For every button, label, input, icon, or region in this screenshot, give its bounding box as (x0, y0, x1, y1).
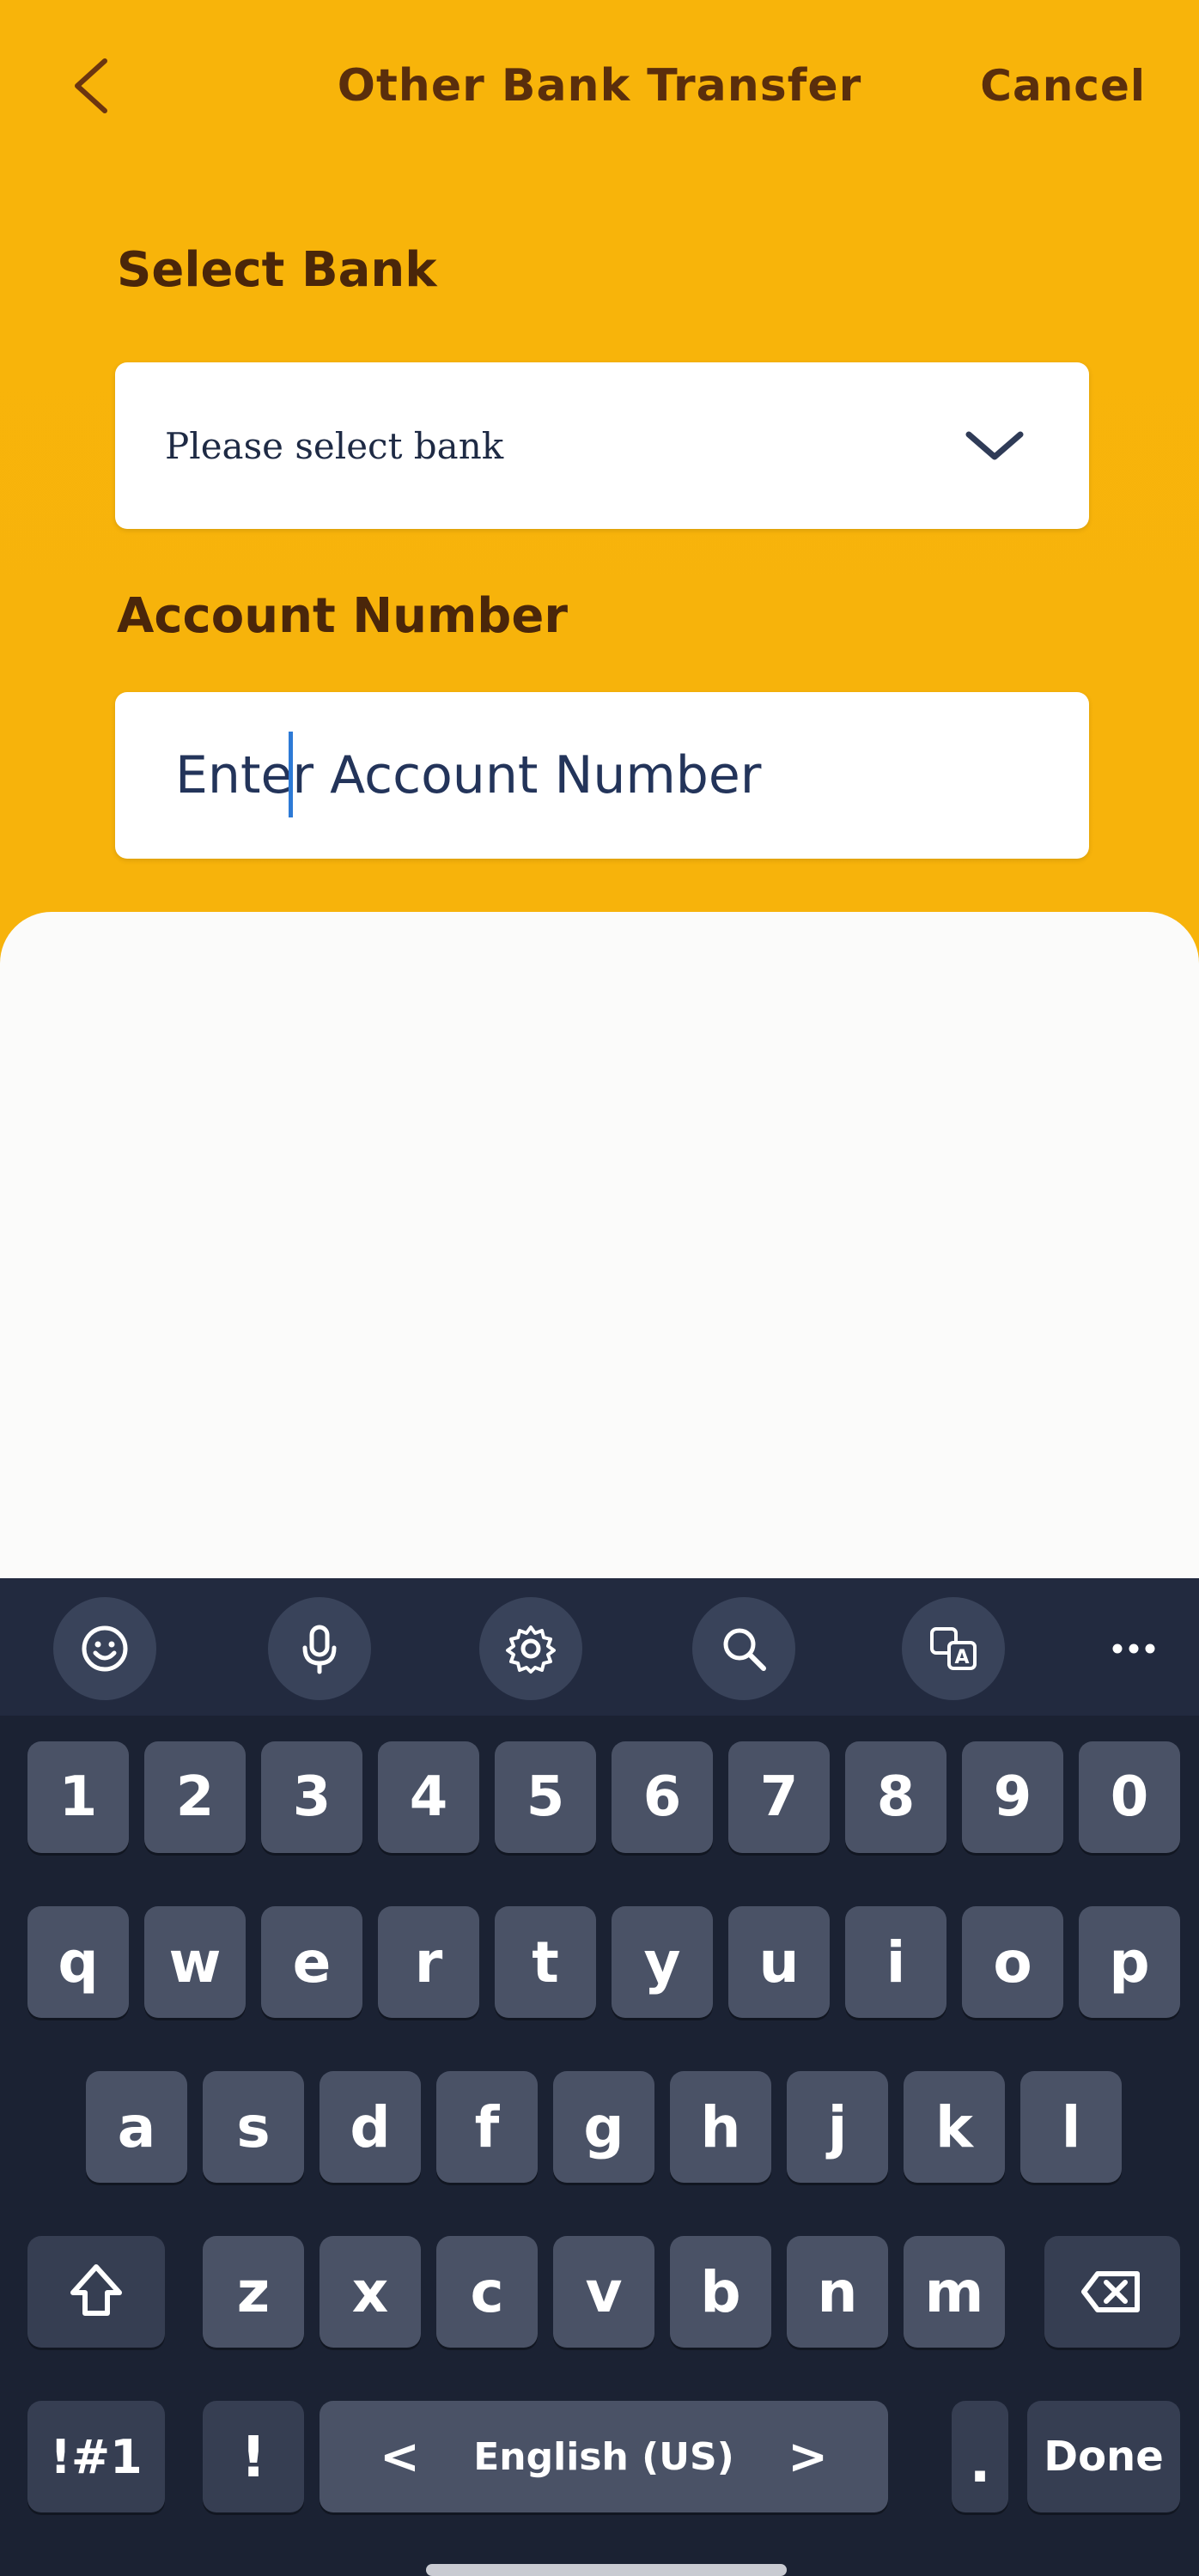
more-icon (1112, 1643, 1155, 1654)
key-o[interactable]: o (962, 1906, 1063, 2018)
key-j[interactable]: j (787, 2071, 888, 2183)
key-v[interactable]: v (553, 2236, 654, 2348)
voice-input-button[interactable] (268, 1597, 371, 1700)
toolbar-more-button[interactable] (1082, 1597, 1185, 1700)
keyboard-settings-button[interactable] (479, 1597, 582, 1700)
backspace-icon (1081, 2271, 1140, 2312)
shift-key[interactable] (27, 2236, 165, 2348)
backspace-key[interactable] (1044, 2236, 1180, 2348)
key-a[interactable]: a (86, 2071, 187, 2183)
screen: Other Bank Transfer Cancel Select Bank P… (0, 0, 1199, 2576)
keyboard-keys: 1 2 3 4 5 6 7 8 9 0 q w e r t y u i o p … (0, 1716, 1199, 2576)
period-key[interactable]: . (952, 2401, 1008, 2512)
exclamation-key[interactable]: ! (203, 2401, 304, 2512)
key-3[interactable]: 3 (261, 1741, 362, 1853)
key-e[interactable]: e (261, 1906, 362, 2018)
search-icon (723, 1628, 766, 1671)
key-q[interactable]: q (27, 1906, 129, 2018)
key-b[interactable]: b (670, 2236, 771, 2348)
key-g[interactable]: g (553, 2071, 654, 2183)
content-sheet (0, 912, 1199, 1599)
key-f[interactable]: f (436, 2071, 538, 2183)
svg-text:A: A (954, 1647, 969, 1668)
key-l[interactable]: l (1020, 2071, 1122, 2183)
language-right-icon: > (788, 2428, 828, 2485)
keyboard-search-button[interactable] (692, 1597, 795, 1700)
text-caret (289, 732, 293, 817)
key-2[interactable]: 2 (144, 1741, 246, 1853)
back-button[interactable] (60, 52, 120, 120)
done-key[interactable]: Done (1027, 2401, 1180, 2512)
key-d[interactable]: d (320, 2071, 421, 2183)
cancel-button[interactable]: Cancel (980, 52, 1146, 120)
key-h[interactable]: h (670, 2071, 771, 2183)
key-r[interactable]: r (378, 1906, 479, 2018)
key-t[interactable]: t (495, 1906, 596, 2018)
translate-button[interactable]: A (902, 1597, 1005, 1700)
key-9[interactable]: 9 (962, 1741, 1063, 1853)
select-bank-label: Select Bank (117, 242, 437, 298)
key-4[interactable]: 4 (378, 1741, 479, 1853)
key-x[interactable]: x (320, 2236, 421, 2348)
chevron-down-icon (965, 431, 1024, 460)
account-number-label: Account Number (117, 588, 568, 644)
key-8[interactable]: 8 (845, 1741, 946, 1853)
account-number-input[interactable] (173, 744, 1089, 806)
symbols-key[interactable]: !#1 (27, 2401, 165, 2512)
bank-select[interactable]: Please select bank (115, 362, 1089, 529)
key-p[interactable]: p (1079, 1906, 1180, 2018)
shift-icon (70, 2264, 122, 2316)
key-k[interactable]: k (904, 2071, 1005, 2183)
key-m[interactable]: m (904, 2236, 1005, 2348)
translate-icon: A (930, 1627, 977, 1670)
key-i[interactable]: i (845, 1906, 946, 2018)
key-7[interactable]: 7 (728, 1741, 830, 1853)
key-c[interactable]: c (436, 2236, 538, 2348)
key-y[interactable]: y (612, 1906, 713, 2018)
keyboard-toolbar: A (0, 1578, 1199, 1716)
key-1[interactable]: 1 (27, 1741, 129, 1853)
key-n[interactable]: n (787, 2236, 888, 2348)
soft-keyboard: A 1 2 3 4 5 6 7 8 9 0 q w e r t y u i o … (0, 1578, 1199, 2576)
key-z[interactable]: z (203, 2236, 304, 2348)
home-indicator (426, 2564, 787, 2576)
space-bar[interactable]: < English (US) > (320, 2401, 888, 2512)
key-s[interactable]: s (203, 2071, 304, 2183)
mic-icon (302, 1625, 337, 1674)
language-label: English (US) (473, 2434, 734, 2479)
key-w[interactable]: w (144, 1906, 246, 2018)
key-0[interactable]: 0 (1079, 1741, 1180, 1853)
key-6[interactable]: 6 (612, 1741, 713, 1853)
bank-select-value: Please select bank (165, 424, 504, 467)
key-u[interactable]: u (728, 1906, 830, 2018)
key-5[interactable]: 5 (495, 1741, 596, 1853)
emoji-button[interactable] (53, 1597, 156, 1700)
language-left-icon: < (380, 2428, 420, 2485)
app-header: Other Bank Transfer Cancel (0, 0, 1199, 172)
emoji-icon (82, 1625, 128, 1672)
chevron-left-icon (75, 58, 107, 113)
account-number-field[interactable] (115, 692, 1089, 859)
gear-icon (506, 1625, 556, 1674)
